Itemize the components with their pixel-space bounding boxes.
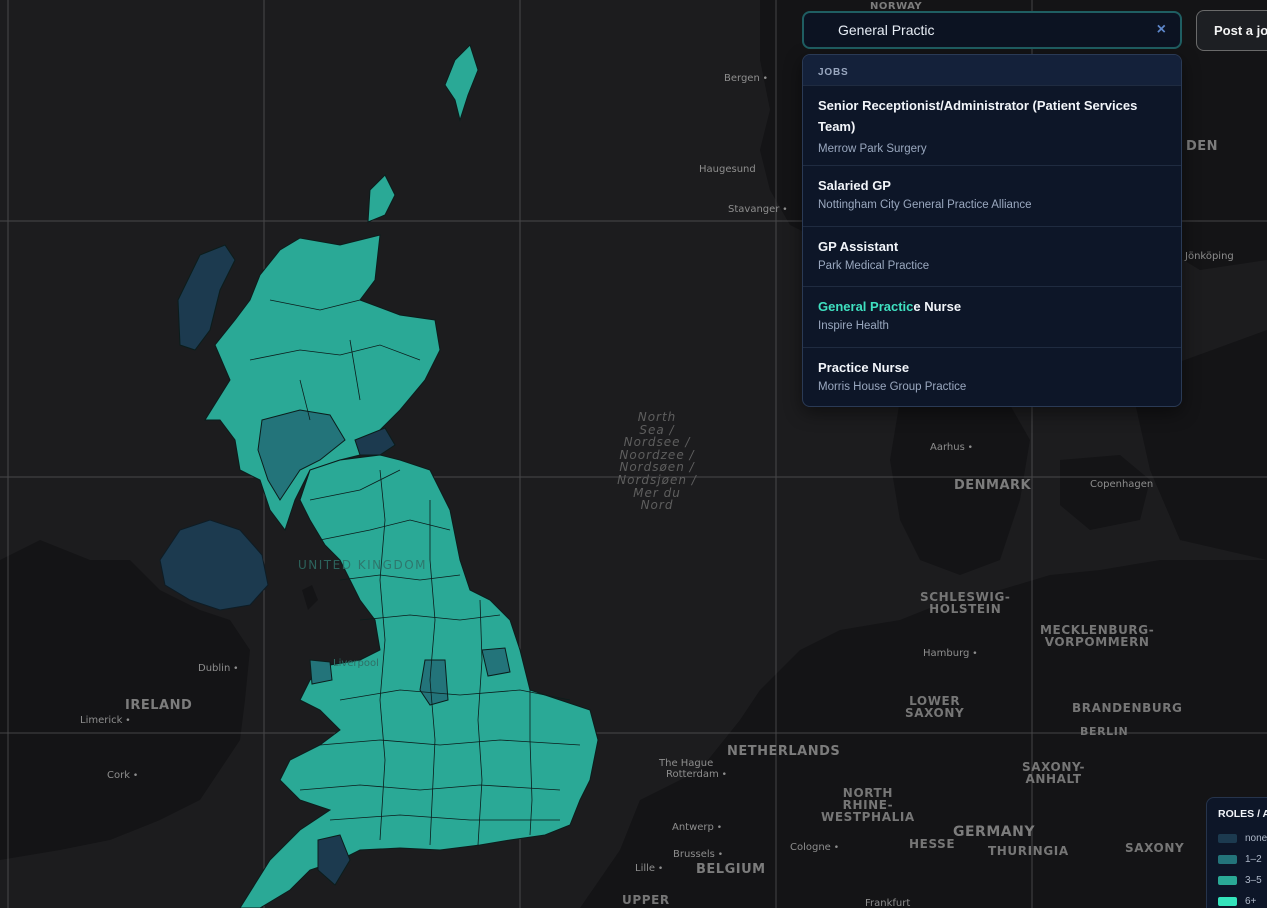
label-north-sea: North Sea / Nordsee / Noordzee / Nordsøe…: [617, 410, 697, 513]
label-ireland: IRELAND: [125, 698, 193, 713]
label-bergen: Bergen: [724, 74, 768, 84]
job-search-box[interactable]: ×: [802, 11, 1182, 49]
label-mecklenburg: MECKLENBURG- VORPOMMERN: [1040, 623, 1155, 649]
label-dublin: Dublin: [198, 664, 238, 674]
result-item[interactable]: Practice Nurse Morris House Group Practi…: [803, 347, 1181, 406]
result-title: GP Assistant: [818, 239, 899, 254]
label-lower-saxony: LOWER SAXONY: [905, 694, 965, 720]
map-legend: ROLES / A none 1–2 3–5 6+: [1206, 797, 1267, 908]
legend-title: ROLES / A: [1218, 808, 1267, 820]
label-haugesund: Haugesund: [699, 164, 756, 175]
result-title-rest: e Nurse: [913, 299, 962, 314]
label-liverpool: Liverpool: [333, 658, 379, 669]
legend-label: 1–2: [1245, 854, 1262, 865]
label-cologne: Cologne: [790, 843, 839, 853]
label-berlin: BERLIN: [1080, 725, 1129, 738]
label-brussels: Brussels: [673, 850, 723, 860]
label-germany: GERMANY: [953, 824, 1035, 840]
label-saxony: SAXONY: [1125, 841, 1185, 855]
label-antwerp: Antwerp: [672, 823, 722, 833]
legend-row: 6+: [1218, 891, 1267, 908]
label-hesse: HESSE: [909, 837, 956, 851]
search-results-dropdown: JOBS Senior Receptionist/Administrator (…: [802, 54, 1182, 407]
label-netherlands: NETHERLANDS: [727, 744, 841, 759]
label-rotterdam: Rotterdam: [666, 770, 727, 780]
dropdown-section-header: JOBS: [803, 55, 1181, 85]
label-stavanger: Stavanger: [728, 205, 788, 215]
legend-label: 3–5: [1245, 875, 1262, 886]
label-schleswig-holstein: SCHLESWIG- HOLSTEIN: [920, 590, 1011, 616]
legend-swatch: [1218, 897, 1237, 906]
legend-swatch: [1218, 855, 1237, 864]
label-jonkoping: Jönköping: [1185, 251, 1234, 262]
label-hamburg: Hamburg: [923, 649, 978, 659]
result-org: Merrow Park Surgery: [818, 143, 927, 155]
legend-label: 6+: [1245, 896, 1257, 907]
label-lille: Lille: [635, 864, 663, 874]
label-uk: UNITED KINGDOM: [298, 558, 427, 572]
label-thuringia: THURINGIA: [988, 844, 1069, 858]
label-upper: UPPER: [622, 893, 670, 907]
label-cork: Cork: [107, 771, 138, 781]
label-limerick: Limerick: [80, 716, 131, 726]
result-title: Practice Nurse: [818, 360, 910, 375]
label-the-hague: The Hague: [659, 758, 714, 769]
region-wales-anglesey: [309, 659, 333, 685]
label-denmark: DENMARK: [954, 478, 1032, 493]
result-item[interactable]: Senior Receptionist/Administrator (Patie…: [803, 85, 1181, 165]
label-frankfurt: Frankfurt: [865, 898, 911, 908]
result-title: General Practice Nurse: [818, 296, 1166, 317]
result-title-match: General Practic: [818, 299, 914, 314]
result-title: Senior Receptionist/Administrator (Patie…: [818, 98, 1138, 134]
legend-row: 3–5: [1218, 870, 1267, 891]
search-input[interactable]: [838, 22, 1157, 38]
legend-label: none: [1245, 833, 1267, 844]
label-brandenburg: BRANDENBURG: [1072, 701, 1183, 715]
legend-swatch: [1218, 876, 1237, 885]
label-aarhus: Aarhus: [930, 443, 973, 453]
label-belgium: BELGIUM: [696, 862, 766, 877]
label-sweden-fragment: DEN: [1186, 139, 1219, 154]
result-org: Park Medical Practice: [818, 260, 930, 272]
result-item[interactable]: GP Assistant Park Medical Practice: [803, 226, 1181, 286]
legend-swatch: [1218, 834, 1237, 843]
result-org: Morris House Group Practice: [818, 381, 967, 393]
legend-row: 1–2: [1218, 849, 1267, 870]
close-icon[interactable]: ×: [1157, 21, 1166, 39]
post-job-button[interactable]: Post a jo: [1196, 10, 1267, 51]
label-nrw: NORTH RHINE- WESTPHALIA: [821, 786, 915, 824]
result-title: Salaried GP: [818, 178, 891, 193]
label-saxony-anhalt: SAXONY- ANHALT: [1022, 760, 1086, 786]
label-copenhagen: Copenhagen: [1090, 479, 1154, 490]
result-item[interactable]: Salaried GP Nottingham City General Prac…: [803, 165, 1181, 226]
result-item[interactable]: General Practice Nurse Inspire Health: [803, 286, 1181, 347]
result-org: Inspire Health: [818, 320, 889, 332]
legend-row: none: [1218, 828, 1267, 849]
result-org: Nottingham City General Practice Allianc…: [818, 199, 1032, 211]
